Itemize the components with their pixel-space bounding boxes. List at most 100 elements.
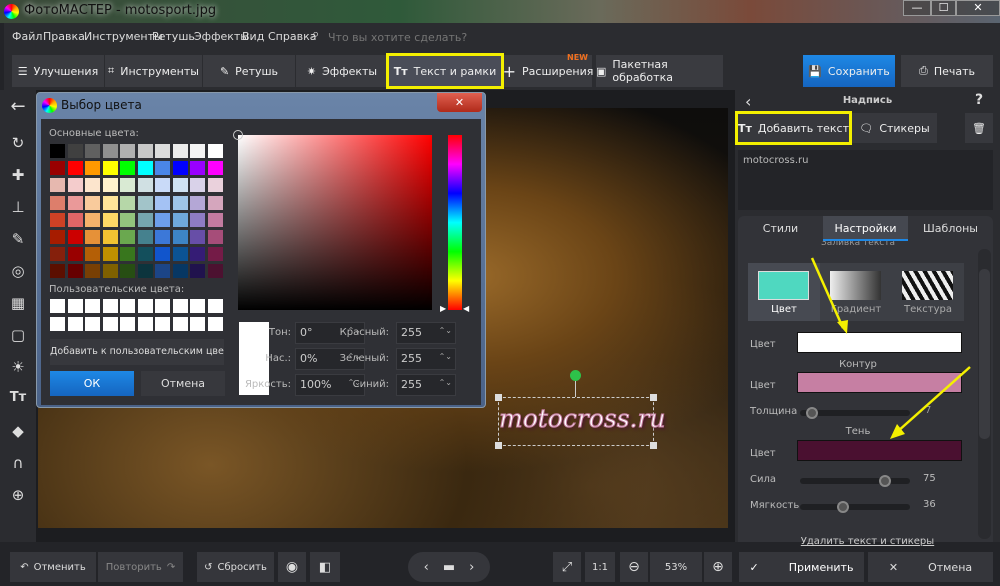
menu-retouch[interactable]: Ретушь <box>152 30 195 43</box>
palette-swatch[interactable] <box>120 212 135 227</box>
palette-swatch[interactable] <box>120 264 135 279</box>
delete-text-link[interactable]: Удалить текст и стикеры <box>735 536 1000 547</box>
folder-icon[interactable]: ▬ <box>443 560 455 575</box>
palette-swatch[interactable] <box>85 230 100 244</box>
palette-swatch[interactable] <box>207 195 223 210</box>
palette-swatch[interactable] <box>207 247 223 262</box>
paint-bucket-icon[interactable]: ◆ <box>0 422 36 446</box>
custom-swatch[interactable] <box>207 299 223 313</box>
palette-swatch[interactable] <box>102 247 118 262</box>
custom-swatch[interactable] <box>102 317 118 331</box>
add-custom-color-button[interactable]: Добавить к пользовательским цветам <box>50 339 224 365</box>
palette-swatch[interactable] <box>85 178 100 193</box>
palette-swatch[interactable] <box>155 144 170 158</box>
palette-swatch[interactable] <box>155 178 170 193</box>
palette-swatch[interactable] <box>120 247 135 262</box>
help-button[interactable]: ? <box>975 92 983 108</box>
custom-swatch[interactable] <box>190 317 205 331</box>
palette-swatch[interactable] <box>85 212 100 227</box>
palette-swatch[interactable] <box>120 195 135 210</box>
tab-templates[interactable]: Шаблоны <box>908 216 993 241</box>
palette-swatch[interactable] <box>207 178 223 193</box>
canvas-text[interactable]: motocross.ru <box>499 404 667 434</box>
bandage-icon[interactable]: ✚ <box>0 166 36 190</box>
menu-tools[interactable]: Инструменты <box>84 30 163 43</box>
custom-swatch[interactable] <box>155 299 170 313</box>
spin-arrows-icon[interactable]: ⌃⌄ <box>439 378 452 387</box>
custom-swatch[interactable] <box>190 299 205 313</box>
stickers-button[interactable]: 🗨 Стикеры <box>852 113 937 143</box>
next-image-icon[interactable]: › <box>469 560 474 575</box>
palette-swatch[interactable] <box>172 247 188 262</box>
palette-swatch[interactable] <box>102 212 118 227</box>
palette-swatch[interactable] <box>50 247 65 262</box>
crosshair-icon[interactable]: ⊕ <box>0 486 36 510</box>
palette-swatch[interactable] <box>155 230 170 244</box>
tab-improvements[interactable]: ☰ Улучшения <box>12 55 104 87</box>
palette-swatch[interactable] <box>102 230 118 244</box>
text-selection-box[interactable]: motocross.ru <box>495 370 667 449</box>
gradient-filter-icon[interactable]: ▦ <box>0 294 36 318</box>
resize-handle[interactable] <box>495 442 502 449</box>
custom-swatch[interactable] <box>207 317 223 331</box>
palette-swatch[interactable] <box>190 195 205 210</box>
palette-swatch[interactable] <box>67 178 83 193</box>
resize-handle[interactable] <box>650 394 657 401</box>
palette-swatch[interactable] <box>207 161 223 176</box>
tab-extensions[interactable]: + Расширения NEW <box>503 53 593 87</box>
close-button[interactable]: ✕ <box>956 0 1000 16</box>
color-cursor[interactable] <box>233 130 243 140</box>
spin-arrows-icon[interactable]: ⌃⌄ <box>439 352 452 361</box>
palette-swatch[interactable] <box>137 230 153 244</box>
slider-knob[interactable] <box>837 501 850 513</box>
palette-swatch[interactable] <box>137 264 153 279</box>
custom-swatch[interactable] <box>85 299 100 313</box>
custom-swatch[interactable] <box>172 299 188 313</box>
ok-button[interactable]: ОК <box>50 371 134 396</box>
tab-styles[interactable]: Стили <box>738 216 823 241</box>
palette-swatch[interactable] <box>172 212 188 227</box>
palette-swatch[interactable] <box>67 264 83 279</box>
custom-swatch[interactable] <box>172 317 188 331</box>
palette-swatch[interactable] <box>172 144 188 158</box>
redo-button[interactable]: Повторить ↷ <box>98 552 183 582</box>
palette-swatch[interactable] <box>67 247 83 262</box>
custom-swatch[interactable] <box>137 299 153 313</box>
tab-batch[interactable]: ▣ Пакетная обработка <box>596 55 723 87</box>
print-button[interactable]: ⎙ Печать <box>901 55 993 87</box>
palette-swatch[interactable] <box>85 247 100 262</box>
add-text-button[interactable]: Tт Добавить текст <box>735 111 852 145</box>
palette-swatch[interactable] <box>172 161 188 176</box>
custom-swatch[interactable] <box>137 317 153 331</box>
stamp-icon[interactable]: ⊥ <box>0 198 36 222</box>
palette-swatch[interactable] <box>207 230 223 244</box>
palette-swatch[interactable] <box>190 230 205 244</box>
delete-icon[interactable]: 🗑 <box>965 113 993 143</box>
menu-edit[interactable]: Правка <box>43 30 85 43</box>
custom-swatch[interactable] <box>67 299 83 313</box>
softness-slider[interactable] <box>800 501 910 513</box>
spin-arrows-icon[interactable]: ⌃⌄ <box>439 326 452 335</box>
undo-button[interactable]: ↶ Отменить <box>10 552 96 582</box>
palette-swatch[interactable] <box>155 212 170 227</box>
strength-slider[interactable] <box>800 475 910 487</box>
palette-swatch[interactable] <box>155 195 170 210</box>
custom-swatch[interactable] <box>50 299 65 313</box>
palette-swatch[interactable] <box>85 195 100 210</box>
hue-slider[interactable] <box>448 135 462 310</box>
palette-swatch[interactable] <box>67 144 83 158</box>
reset-button[interactable]: ↺ Сбросить <box>197 552 274 582</box>
red-spinbox[interactable]: 255 ⌃⌄ <box>396 322 456 344</box>
zoom-level[interactable]: 53% <box>650 552 702 582</box>
palette-swatch[interactable] <box>137 212 153 227</box>
text-icon[interactable]: Tт <box>0 390 36 414</box>
palette-swatch[interactable] <box>207 144 223 158</box>
palette-swatch[interactable] <box>50 161 65 176</box>
palette-swatch[interactable] <box>50 212 65 227</box>
palette-swatch[interactable] <box>50 195 65 210</box>
actual-size-button[interactable]: 1:1 <box>585 552 615 582</box>
search-input[interactable] <box>328 28 528 46</box>
palette-swatch[interactable] <box>137 195 153 210</box>
rotate-handle[interactable] <box>570 370 581 381</box>
resize-handle[interactable] <box>495 394 502 401</box>
